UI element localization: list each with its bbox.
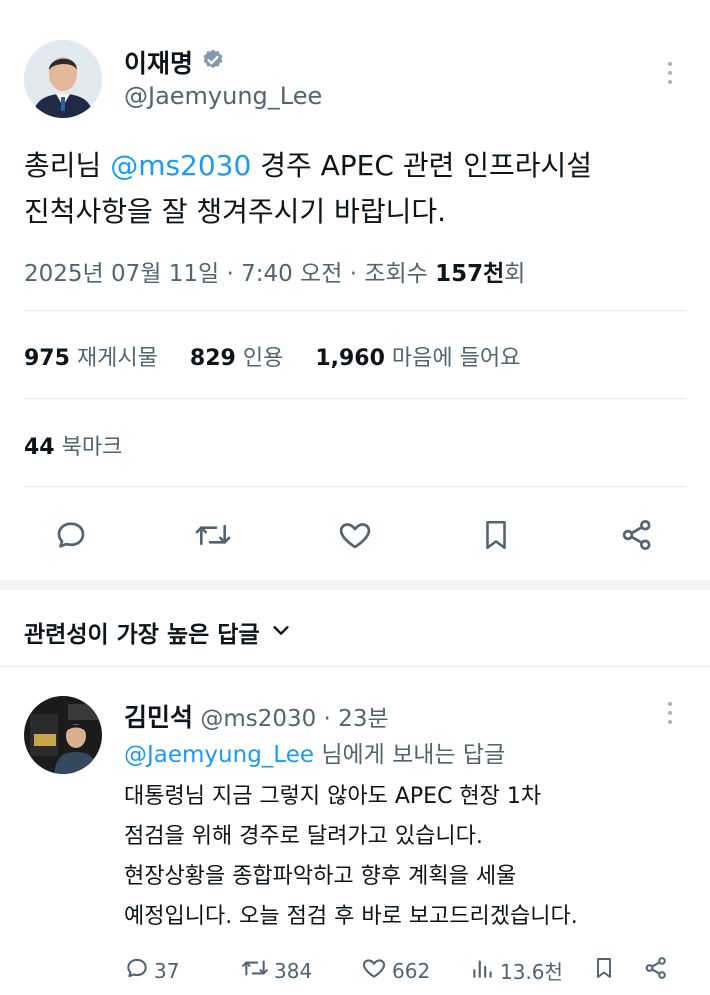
reply-to-suffix: 님에게 보내는 답글 <box>314 742 506 768</box>
replies-sort-label: 관련성이 가장 높은 답글 <box>24 622 260 648</box>
bookmark-icon[interactable] <box>479 517 513 553</box>
reply-author-row: 김민석 @ms2030 · 23분 <box>124 698 389 734</box>
reply-icon[interactable] <box>53 517 89 553</box>
verified-badge-icon <box>201 48 225 76</box>
divider <box>24 398 686 399</box>
tweet-text-line-2: 진척사항을 잘 챙겨주시기 바랍니다. <box>24 195 447 228</box>
tweet-text: 총리님 @ms2030 경주 APEC 관련 인프라시설 진척사항을 잘 챙겨주… <box>24 143 592 235</box>
divider <box>24 310 686 311</box>
reply-views-button[interactable]: 13.6천 <box>470 955 563 986</box>
reply-retweet-button[interactable]: 384 <box>240 955 312 986</box>
share-icon[interactable] <box>619 517 655 553</box>
tweet-text-line-1: 총리님 @ms2030 경주 APEC 관련 인프라시설 <box>24 143 592 189</box>
reply-icon <box>124 955 150 986</box>
heart-icon[interactable] <box>336 517 374 553</box>
reply-like-button[interactable]: 662 <box>360 955 430 986</box>
reply-text-line: 점검을 위해 경주로 달려가고 있습니다. <box>124 824 483 849</box>
reply-view-count: 13.6천 <box>500 960 563 984</box>
heart-icon <box>360 955 388 986</box>
section-separator <box>0 580 710 590</box>
reply-bookmark-button[interactable] <box>592 955 616 986</box>
reply-to-handle[interactable]: @Jaemyung_Lee <box>124 742 314 768</box>
quotes-label: 인용 <box>242 346 284 371</box>
likes-count: 1,960 <box>315 346 385 371</box>
bookmark-icon <box>592 955 616 986</box>
divider <box>24 486 686 487</box>
author-handle[interactable]: @Jaemyung_Lee <box>124 82 322 110</box>
reply-text: 대통령님 지금 그렇지 않아도 APEC 현장 1차 점검을 위해 경주로 달려… <box>124 777 578 937</box>
bookmarks-label: 북마크 <box>61 435 123 460</box>
mention-link[interactable]: @ms2030 <box>110 149 251 182</box>
reply-author-handle[interactable]: @ms2030 <box>200 706 316 732</box>
bookmarks-count: 44 <box>24 435 55 460</box>
tweet-text-prefix: 총리님 <box>24 149 111 182</box>
tweet-text-suffix: 경주 APEC 관련 인프라시설 <box>251 149 593 182</box>
reply-like-count: 662 <box>392 958 431 983</box>
reply-reply-button[interactable]: 37 <box>124 955 179 986</box>
tweet-meta: 2025년 07월 11일 · 7:40 오전 · 조회수 157천회 <box>24 254 525 288</box>
quotes-count: 829 <box>189 346 236 371</box>
engagement-stats: 975 재게시물 829 인용 1,960 마음에 들어요 <box>24 340 520 372</box>
reply-text-line: 예정입니다. 오늘 점검 후 바로 보고드리겠습니다. <box>124 904 578 929</box>
likes-label: 마음에 들어요 <box>391 346 521 371</box>
retweets-stat[interactable]: 975 재게시물 <box>24 346 158 371</box>
analytics-icon <box>470 955 496 986</box>
retweets-label: 재게시물 <box>76 346 158 371</box>
reply-retweet-count: 384 <box>274 958 313 983</box>
divider <box>0 666 710 667</box>
retweets-count: 975 <box>24 346 70 371</box>
tweet-views-suffix: 회 <box>504 261 526 287</box>
author-avatar[interactable] <box>24 40 102 118</box>
reply-author-name[interactable]: 김민석 <box>124 703 193 732</box>
reply-text-line: 대통령님 지금 그렇지 않아도 APEC 현장 1차 <box>124 784 542 809</box>
reply-time[interactable]: · 23분 <box>316 706 389 732</box>
bookmarks-stat[interactable]: 44 북마크 <box>24 429 122 461</box>
retweet-icon[interactable] <box>194 517 232 553</box>
reply-author-avatar[interactable] <box>24 696 102 774</box>
reply-to-line: @Jaemyung_Lee 님에게 보내는 답글 <box>124 735 505 769</box>
author-name-row: 이재명 <box>124 44 225 80</box>
author-name[interactable]: 이재명 <box>124 44 193 80</box>
reply-reply-count: 37 <box>154 958 180 983</box>
replies-sort-dropdown[interactable]: 관련성이 가장 높은 답글 <box>24 615 292 649</box>
reply-text-line: 현장상황을 종합파악하고 향후 계획을 세울 <box>124 864 517 889</box>
chevron-down-icon <box>270 619 292 645</box>
likes-stat[interactable]: 1,960 마음에 들어요 <box>315 346 520 371</box>
share-icon <box>643 955 669 986</box>
quotes-stat[interactable]: 829 인용 <box>190 346 283 371</box>
tweet-views-count: 157천 <box>435 261 505 287</box>
tweet-timestamp[interactable]: 2025년 07월 11일 · 7:40 오전 · 조회수 <box>24 261 435 287</box>
reply-more-options-icon[interactable] <box>668 702 672 729</box>
reply-share-button[interactable] <box>643 955 669 986</box>
retweet-icon <box>240 955 270 986</box>
more-options-icon[interactable] <box>668 62 672 89</box>
